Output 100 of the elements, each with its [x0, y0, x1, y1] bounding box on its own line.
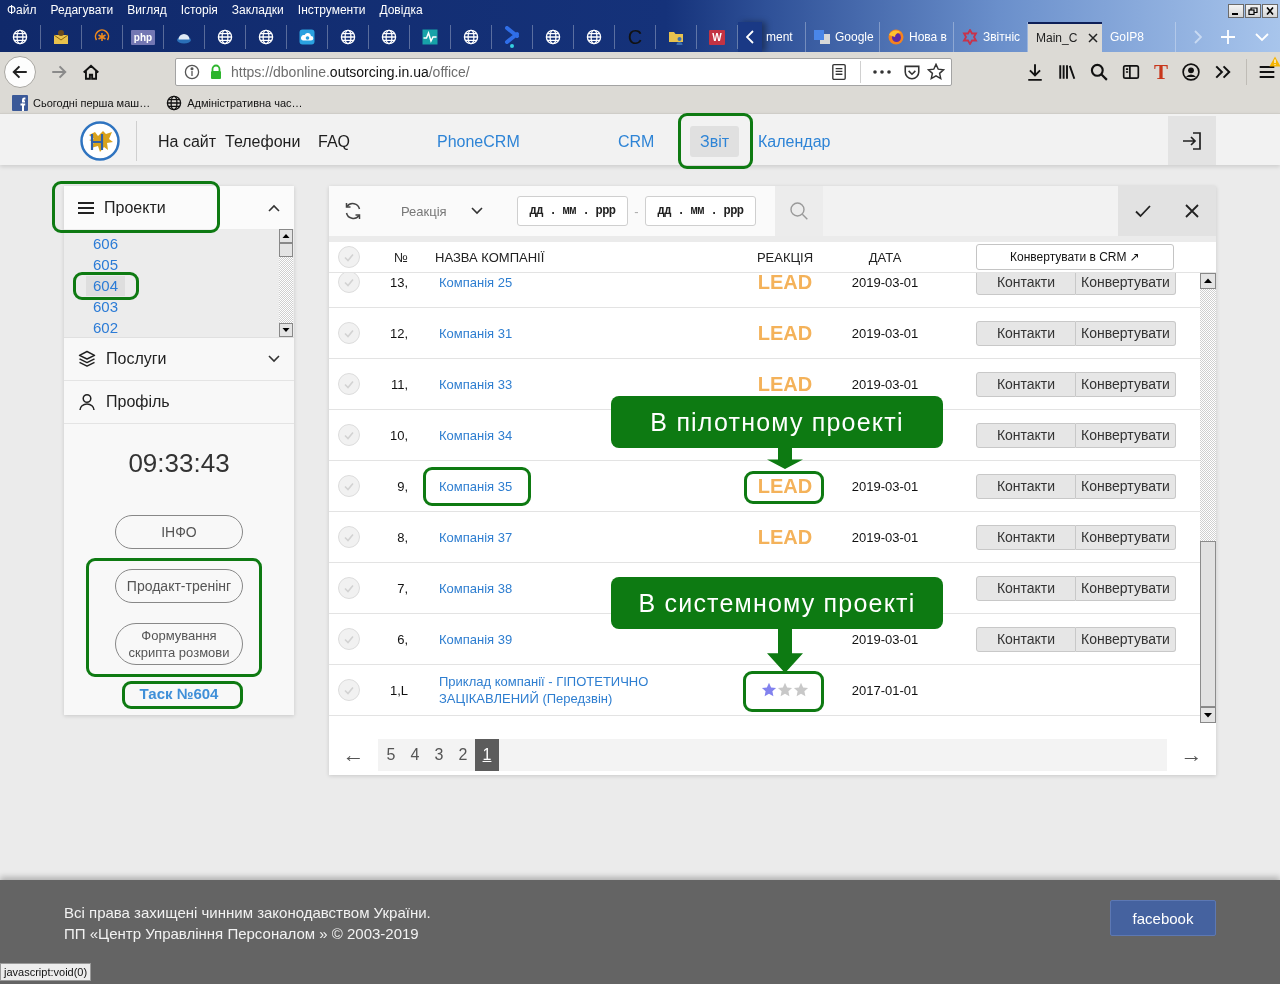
scrollbar[interactable]	[279, 229, 293, 337]
prev-page-link[interactable]: ←	[329, 742, 378, 768]
scroll-up-button[interactable]	[1200, 273, 1216, 289]
row-action-button[interactable]: Контакти	[976, 273, 1076, 295]
row-checkbox[interactable]	[337, 526, 360, 548]
company-link[interactable]: Компанія 39	[439, 630, 513, 648]
bookmark[interactable]: Сьогодні перша маш…	[12, 94, 151, 111]
menu-item[interactable]: Вигляд	[120, 2, 174, 18]
download-icon[interactable]	[1026, 63, 1044, 81]
scroll-down-button[interactable]	[1200, 707, 1216, 723]
row-checkbox[interactable]	[337, 628, 360, 650]
row-action-button[interactable]: Контакти	[976, 371, 1076, 397]
nav-link[interactable]: Телефони	[215, 125, 311, 157]
row-action-button[interactable]: Конвертувати	[1076, 371, 1176, 397]
logo-icon[interactable]	[80, 121, 120, 161]
row-checkbox[interactable]	[337, 373, 360, 395]
profile-link[interactable]: Профіль	[64, 381, 294, 424]
nav-link[interactable]: Календар	[748, 125, 841, 157]
services-toggle[interactable]: Послуги	[64, 338, 294, 381]
restore-button[interactable]	[1245, 4, 1261, 18]
facebook-button[interactable]: facebook	[1110, 900, 1216, 936]
pinned-tab[interactable]: php	[130, 29, 156, 45]
project-item[interactable]: 602	[86, 317, 126, 338]
account-icon[interactable]	[1182, 63, 1200, 81]
menu-item[interactable]: Файл	[0, 2, 44, 18]
company-link[interactable]: Компанія 25	[439, 273, 513, 291]
training-button[interactable]: Продакт-тренінг	[115, 569, 243, 603]
clear-button[interactable]	[1167, 186, 1216, 236]
address-bar[interactable]: https://dbonline.outsorcing.in.ua/office/	[175, 58, 952, 86]
pocket-icon[interactable]	[903, 63, 921, 81]
row-checkbox[interactable]	[337, 273, 360, 293]
menu-item[interactable]: Інструменти	[290, 2, 373, 18]
row-action-button[interactable]: Контакти	[976, 422, 1076, 448]
cloud-icon[interactable]	[299, 29, 315, 45]
library-icon[interactable]	[1058, 63, 1076, 81]
scrollbar-thumb[interactable]	[279, 243, 293, 257]
row-checkbox[interactable]	[337, 424, 360, 446]
row-action-button[interactable]: Конвертувати	[1076, 320, 1176, 346]
pulse-icon[interactable]	[422, 29, 438, 45]
scrollbar-thumb[interactable]	[1200, 541, 1216, 707]
page-link[interactable]: 3	[427, 739, 451, 771]
page-link[interactable]: 5	[379, 739, 403, 771]
row-checkbox[interactable]	[337, 577, 360, 599]
lock-icon[interactable]	[208, 64, 224, 80]
row-action-button[interactable]: Конвертувати	[1076, 273, 1176, 295]
search-icon[interactable]	[1090, 63, 1108, 81]
row-action-button[interactable]: Контакти	[976, 575, 1076, 601]
projects-toggle[interactable]: Проекти	[64, 186, 294, 229]
sidebar-icon[interactable]	[1122, 63, 1140, 81]
row-action-button[interactable]: Контакти	[976, 473, 1076, 499]
date-field[interactable]: дд . мм . ррр	[517, 196, 628, 226]
browser-tab[interactable]: Main_C	[1028, 22, 1102, 52]
company-link[interactable]: Приклад компанії - ГІПОТЕТИЧНО ЗАЦІКАВЛЕНИЙ (Передзвін)	[439, 673, 664, 707]
extension-button[interactable]: T	[1154, 61, 1168, 83]
company-link[interactable]: Компанія 37	[439, 528, 513, 546]
row-checkbox[interactable]	[337, 475, 360, 497]
scroll-down-button[interactable]	[279, 323, 293, 337]
scroll-up-button[interactable]	[279, 229, 293, 243]
menu-icon[interactable]	[1258, 63, 1276, 81]
home-icon[interactable]	[82, 63, 100, 81]
close-button[interactable]	[1262, 4, 1278, 18]
row-action-button[interactable]: Конвертувати	[1076, 626, 1176, 652]
row-action-button[interactable]: Контакти	[976, 524, 1076, 550]
folder-icon[interactable]	[668, 29, 684, 45]
row-action-button[interactable]: Контакти	[976, 320, 1076, 346]
convert-crm-button[interactable]: Конвертувати в CRM ↗	[976, 244, 1174, 270]
nav-link[interactable]: FAQ	[308, 125, 360, 157]
select-all-checkbox[interactable]	[337, 246, 360, 268]
menu-item[interactable]: Закладки	[224, 2, 291, 18]
company-link[interactable]: Компанія 34	[439, 426, 513, 444]
refresh-icon[interactable]	[343, 201, 363, 221]
minimize-button[interactable]	[1228, 4, 1244, 18]
page-link[interactable]: 2	[451, 739, 475, 771]
double-chevron-icon[interactable]	[1214, 63, 1232, 81]
project-item[interactable]: 606	[86, 233, 126, 254]
menu-item[interactable]: Довідка	[372, 2, 430, 18]
company-link[interactable]: Компанія 35	[439, 477, 513, 495]
training-button[interactable]: Формування скрипта розмови	[115, 623, 243, 665]
page-link[interactable]: 1	[475, 739, 499, 771]
date-field[interactable]: дд . мм . ррр	[645, 196, 756, 226]
row-checkbox[interactable]	[337, 322, 360, 344]
nav-link[interactable]: PhoneCRM	[427, 125, 530, 157]
chevron-left-icon[interactable]	[746, 30, 754, 44]
globe-icon[interactable]	[166, 94, 183, 111]
project-item[interactable]: 603	[86, 296, 126, 317]
chevron-dot-icon[interactable]	[504, 26, 520, 48]
row-action-button[interactable]: Конвертувати	[1076, 575, 1176, 601]
row-checkbox[interactable]	[337, 679, 360, 701]
more-icon[interactable]	[873, 70, 891, 74]
row-action-button[interactable]: Конвертувати	[1076, 422, 1176, 448]
company-link[interactable]: Компанія 31	[439, 324, 513, 342]
page-link[interactable]: 4	[403, 739, 427, 771]
scrollbar[interactable]	[1200, 273, 1216, 723]
bookmark[interactable]: Адміністративна час…	[166, 94, 303, 111]
menu-item[interactable]: Історія	[173, 2, 225, 18]
info-button[interactable]: ІНФО	[115, 515, 243, 549]
row-action-button[interactable]: Конвертувати	[1076, 473, 1176, 499]
info-icon[interactable]	[184, 64, 200, 80]
envelope-icon[interactable]	[53, 29, 69, 45]
star-icon[interactable]	[927, 63, 945, 81]
